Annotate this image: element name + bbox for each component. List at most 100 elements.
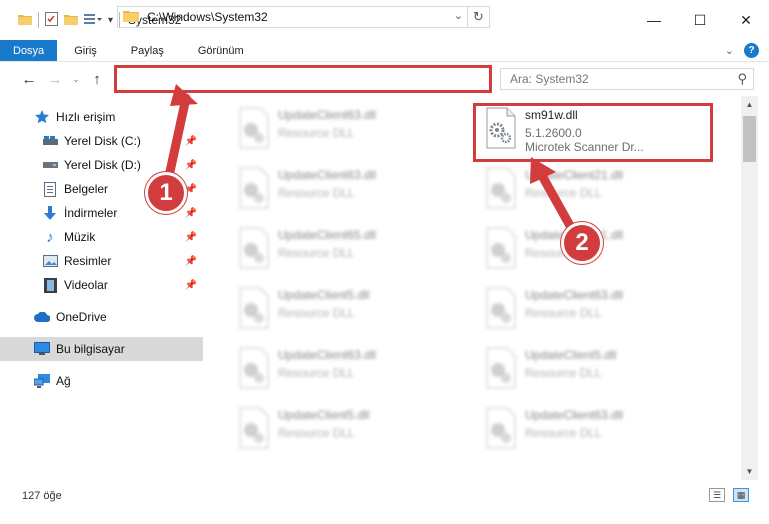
file-item[interactable]: UpdateClient5.dll Resource DLL xyxy=(230,400,470,456)
sidebar-item-label: Bu bilgisayar xyxy=(56,342,125,356)
sidebar-item-label: Resimler xyxy=(64,254,112,268)
dll-file-icon xyxy=(234,286,272,330)
sidebar-item-label: Müzik xyxy=(64,230,96,244)
arrow-left-icon: ← xyxy=(21,70,37,88)
pin-icon[interactable]: 📌 xyxy=(185,160,197,171)
file-item[interactable]: UpdateClient63.dll Resource DLL xyxy=(230,340,470,396)
tab-view[interactable]: Görünüm xyxy=(181,40,261,61)
file-item[interactable]: UpdateClient63.dll Resource DLL xyxy=(477,280,717,336)
dll-file-icon xyxy=(481,406,519,450)
dll-file-icon xyxy=(234,406,272,450)
dll-file-icon xyxy=(481,226,519,270)
details-view-icon: ☰ xyxy=(712,489,722,500)
dll-file-icon xyxy=(481,286,519,330)
music-icon: ♪ xyxy=(46,228,54,246)
step-badge-2: 2 xyxy=(561,222,603,264)
folder-icon xyxy=(123,9,139,25)
file-item[interactable]: UpdateClient63.dll Resource DLL xyxy=(230,100,470,156)
sidebar-item-label: Yerel Disk (C:) xyxy=(64,134,141,148)
help-button[interactable]: ? xyxy=(744,43,759,58)
recent-locations-button[interactable]: ⌄ xyxy=(68,66,84,92)
file-type: Resource DLL xyxy=(278,186,355,200)
file-name: UpdateClient5.dll xyxy=(278,288,370,302)
toolbar-separator xyxy=(38,12,39,28)
details-view-button[interactable]: ☰ xyxy=(709,488,725,502)
file-type: Resource DLL xyxy=(525,306,602,320)
customize-toolbar-icon[interactable]: ▾ xyxy=(108,15,113,26)
sidebar-item-videos[interactable]: Videolar 📌 xyxy=(0,273,203,297)
file-type: Resource DLL xyxy=(278,126,355,140)
sidebar-item-quick-access[interactable]: Hızlı erişim xyxy=(0,105,203,129)
tab-share[interactable]: Paylaş xyxy=(114,40,181,61)
sidebar-item-label: Ağ xyxy=(56,374,71,388)
dll-file-icon xyxy=(234,226,272,270)
chevron-down-icon: ⌄ xyxy=(72,73,80,84)
vertical-scrollbar[interactable]: ▲ ▼ xyxy=(741,96,758,480)
sidebar-item-label: Videolar xyxy=(64,278,108,292)
close-button[interactable]: ✕ xyxy=(723,0,769,40)
ribbon-right-controls: ⌄ ? xyxy=(725,43,759,58)
maximize-button[interactable]: ☐ xyxy=(677,0,723,40)
tab-file[interactable]: Dosya xyxy=(0,40,58,61)
new-folder-icon[interactable] xyxy=(64,13,78,28)
sidebar-item-music[interactable]: ♪ Müzik 📌 xyxy=(0,225,203,249)
file-type: Resource DLL xyxy=(525,366,602,380)
file-name: UpdateClient63.dll xyxy=(278,348,377,362)
back-button[interactable]: ← xyxy=(16,66,42,92)
pin-icon[interactable]: 📌 xyxy=(185,256,197,267)
file-item[interactable]: UpdateClient63.dll Resource DLL xyxy=(230,160,470,216)
sidebar-item-label: İndirmeler xyxy=(64,206,118,220)
file-type: Resource DLL xyxy=(525,186,602,200)
sidebar-item-label: OneDrive xyxy=(56,310,107,324)
file-item[interactable]: UpdateClient63.dll Resource DLL xyxy=(477,400,717,456)
properties-icon[interactable] xyxy=(45,11,58,29)
pin-icon[interactable]: 📌 xyxy=(185,208,197,219)
view-options-icon[interactable] xyxy=(84,13,102,28)
tiles-view-icon: ▦ xyxy=(736,489,746,500)
refresh-button[interactable]: ↻ xyxy=(467,7,489,27)
file-item[interactable]: UpdateClient65.dll Resource DLL xyxy=(230,220,470,276)
file-type: Resource DLL xyxy=(525,426,602,440)
scroll-thumb[interactable] xyxy=(743,116,756,162)
chevron-down-icon[interactable]: ⌄ xyxy=(454,9,463,22)
scroll-down-arrow[interactable]: ▼ xyxy=(741,463,758,480)
up-button[interactable]: ↑ xyxy=(84,66,110,92)
file-item[interactable]: UpdateClient5.dll Resource DLL xyxy=(477,340,717,396)
scroll-up-arrow[interactable]: ▲ xyxy=(741,96,758,113)
folder-icon xyxy=(18,13,32,28)
tab-home[interactable]: Giriş xyxy=(57,40,114,61)
sidebar-item-onedrive[interactable]: OneDrive xyxy=(0,305,203,329)
drive-icon xyxy=(42,133,58,149)
sidebar-item-local-disk-c[interactable]: Yerel Disk (C:) 📌 xyxy=(0,129,203,153)
pin-icon[interactable]: 📌 xyxy=(185,136,197,147)
navigation-pane: Hızlı erişim Yerel Disk (C:) 📌 Yerel Dis… xyxy=(0,96,205,480)
sidebar-item-label: Hızlı erişim xyxy=(56,110,116,124)
pin-icon[interactable]: 📌 xyxy=(185,280,197,291)
search-icon: ⚲ xyxy=(737,71,747,86)
address-text[interactable]: C:\Windows\System32 xyxy=(147,10,268,24)
address-bar[interactable]: C:\Windows\System32 ⌄ ↻ xyxy=(117,6,490,28)
search-placeholder: Ara: System32 xyxy=(510,72,589,86)
view-switcher: ☰ ▦ xyxy=(709,488,749,502)
sidebar-item-label: Belgeler xyxy=(64,182,109,196)
computer-icon xyxy=(34,341,50,357)
sidebar-item-pictures[interactable]: Resimler 📌 xyxy=(0,249,203,273)
file-type: Resource DLL xyxy=(278,426,355,440)
document-icon xyxy=(42,181,58,197)
search-input[interactable]: Ara: System32 ⚲ xyxy=(500,68,754,90)
expand-ribbon-icon[interactable]: ⌄ xyxy=(725,44,734,57)
sidebar-item-this-pc[interactable]: Bu bilgisayar xyxy=(0,337,203,361)
pin-icon[interactable]: 📌 xyxy=(185,232,197,243)
file-item[interactable]: UpdateClient5.dll Resource DLL xyxy=(230,280,470,336)
sidebar-item-network[interactable]: Ağ xyxy=(0,369,203,393)
file-name: UpdateClient63.dll xyxy=(278,108,377,122)
forward-button[interactable]: → xyxy=(42,66,68,92)
sidebar-item-label: Yerel Disk (D:) xyxy=(64,158,141,172)
file-item[interactable]: UpdateClient21.dll Resource DLL xyxy=(477,160,717,216)
dll-file-icon xyxy=(481,166,519,210)
minimize-button[interactable]: — xyxy=(631,0,677,40)
tiles-view-button[interactable]: ▦ xyxy=(733,488,749,502)
file-name: UpdateClient63.dll xyxy=(525,288,624,302)
dll-file-icon xyxy=(481,346,519,390)
quick-access-toolbar: ▾ xyxy=(0,0,121,40)
